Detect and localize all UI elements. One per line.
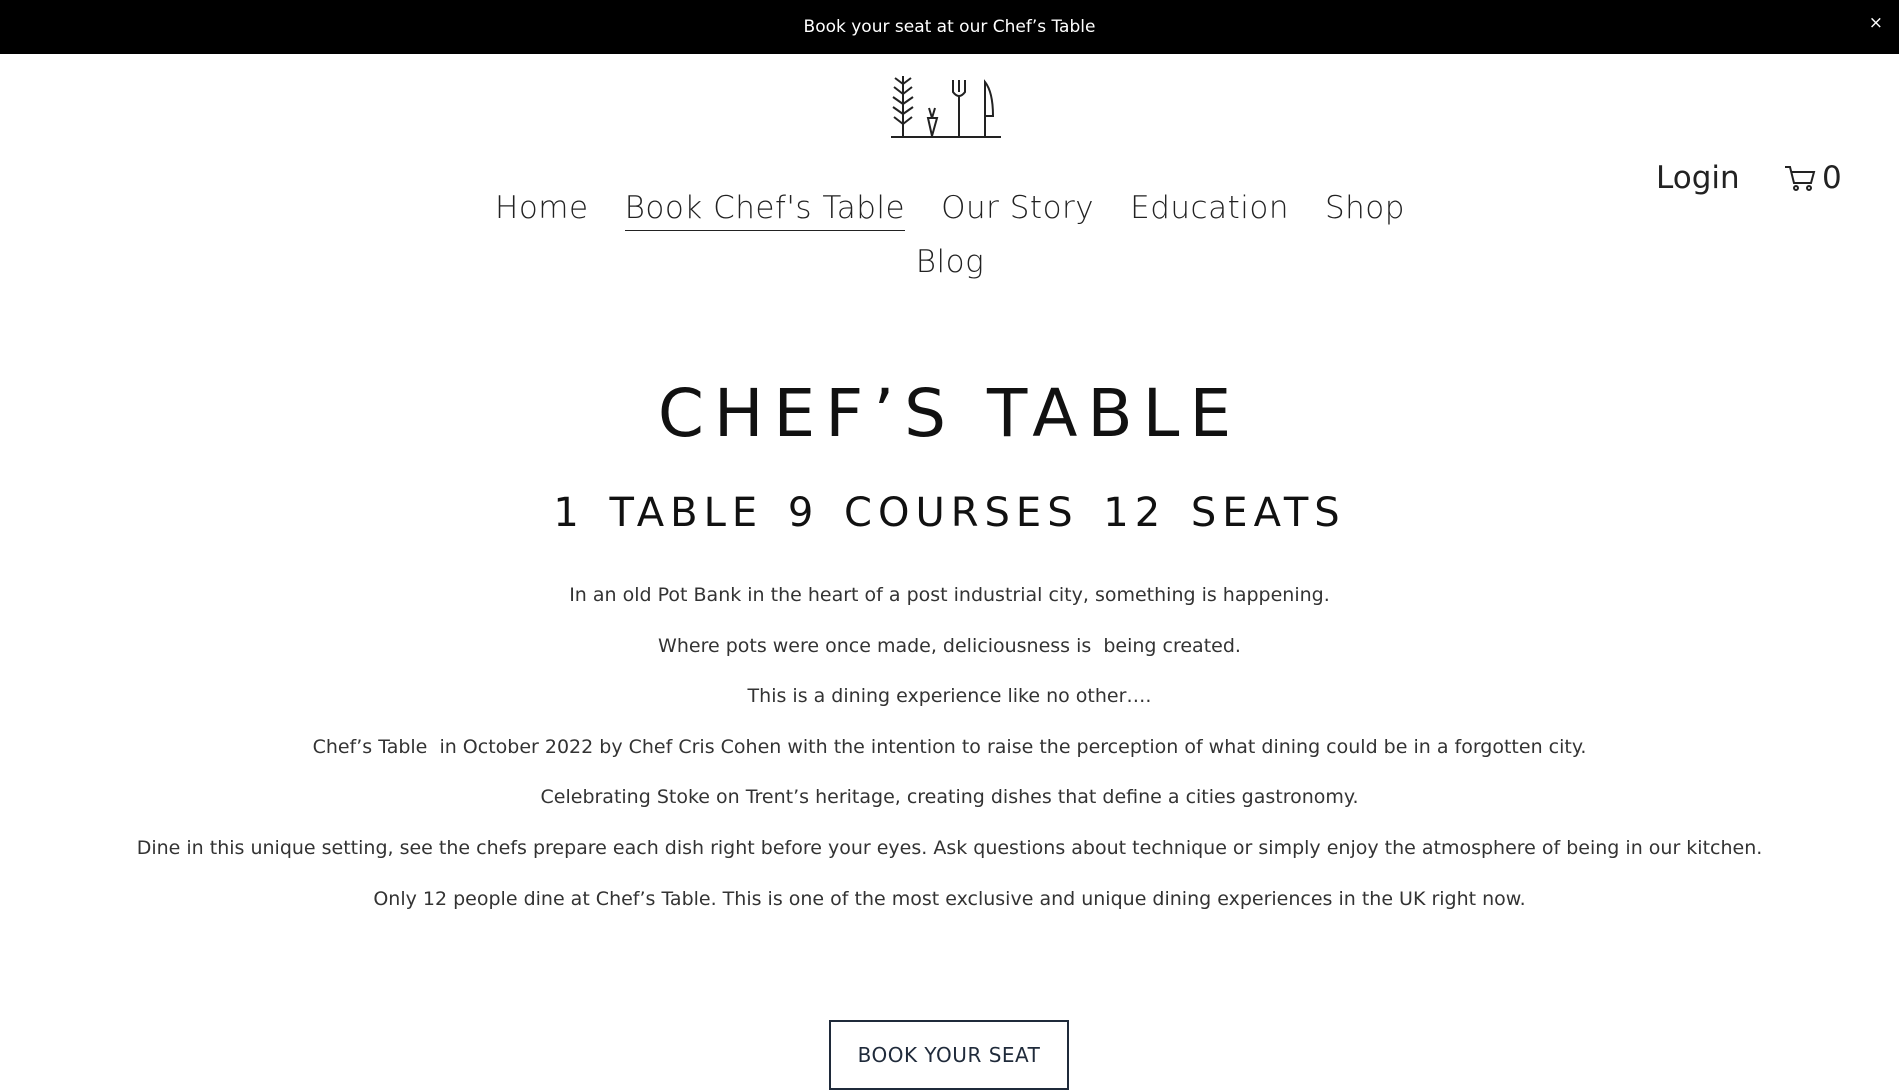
cart-count: 0 bbox=[1822, 160, 1842, 196]
announcement-banner[interactable]: Book your seat at our Chef’s Table × bbox=[0, 0, 1899, 54]
site-logo[interactable] bbox=[889, 70, 1009, 142]
nav-item-shop[interactable]: Shop bbox=[1325, 190, 1405, 231]
nav-item-our-story[interactable]: Our Story bbox=[941, 190, 1094, 231]
nav-item-book-chefs-table[interactable]: Book Chef's Table bbox=[624, 190, 906, 231]
book-your-seat-button[interactable]: BOOK YOUR SEAT bbox=[829, 1020, 1069, 1090]
intro-paragraph-1: In an old Pot Bank in the heart of a pos… bbox=[569, 584, 1330, 606]
intro-paragraph-2: Where pots were once made, deliciousness… bbox=[658, 635, 1241, 657]
main-nav: Home Book Chef's Table Our Story Educati… bbox=[440, 190, 1460, 231]
banner-text[interactable]: Book your seat at our Chef’s Table bbox=[804, 17, 1096, 37]
cart-icon bbox=[1785, 166, 1816, 191]
page-title: CHEF’S TABLE bbox=[657, 375, 1242, 452]
main-nav-row-2: Blog bbox=[440, 244, 1460, 284]
intro-paragraph-4: Chef’s Table in October 2022 by Chef Cri… bbox=[312, 736, 1587, 758]
cart-button[interactable]: 0 bbox=[1784, 160, 1842, 196]
page-subtitle: 1 TABLE 9 COURSES 12 SEATS bbox=[553, 490, 1346, 536]
nav-item-education[interactable]: Education bbox=[1130, 190, 1289, 231]
intro-paragraph-7: Only 12 people dine at Chef’s Table. Thi… bbox=[373, 888, 1526, 910]
nav-item-home[interactable]: Home bbox=[495, 190, 589, 231]
herbs-cutlery-logo-icon bbox=[891, 76, 1001, 138]
nav-item-blog[interactable]: Blog bbox=[916, 244, 984, 284]
intro-paragraph-5: Celebrating Stoke on Trent’s heritage, c… bbox=[540, 786, 1359, 808]
intro-paragraph-6: Dine in this unique setting, see the che… bbox=[136, 837, 1763, 859]
login-link[interactable]: Login bbox=[1656, 160, 1740, 196]
intro-paragraph-3: This is a dining experience like no othe… bbox=[747, 685, 1152, 707]
banner-close-button[interactable]: × bbox=[1869, 13, 1883, 33]
